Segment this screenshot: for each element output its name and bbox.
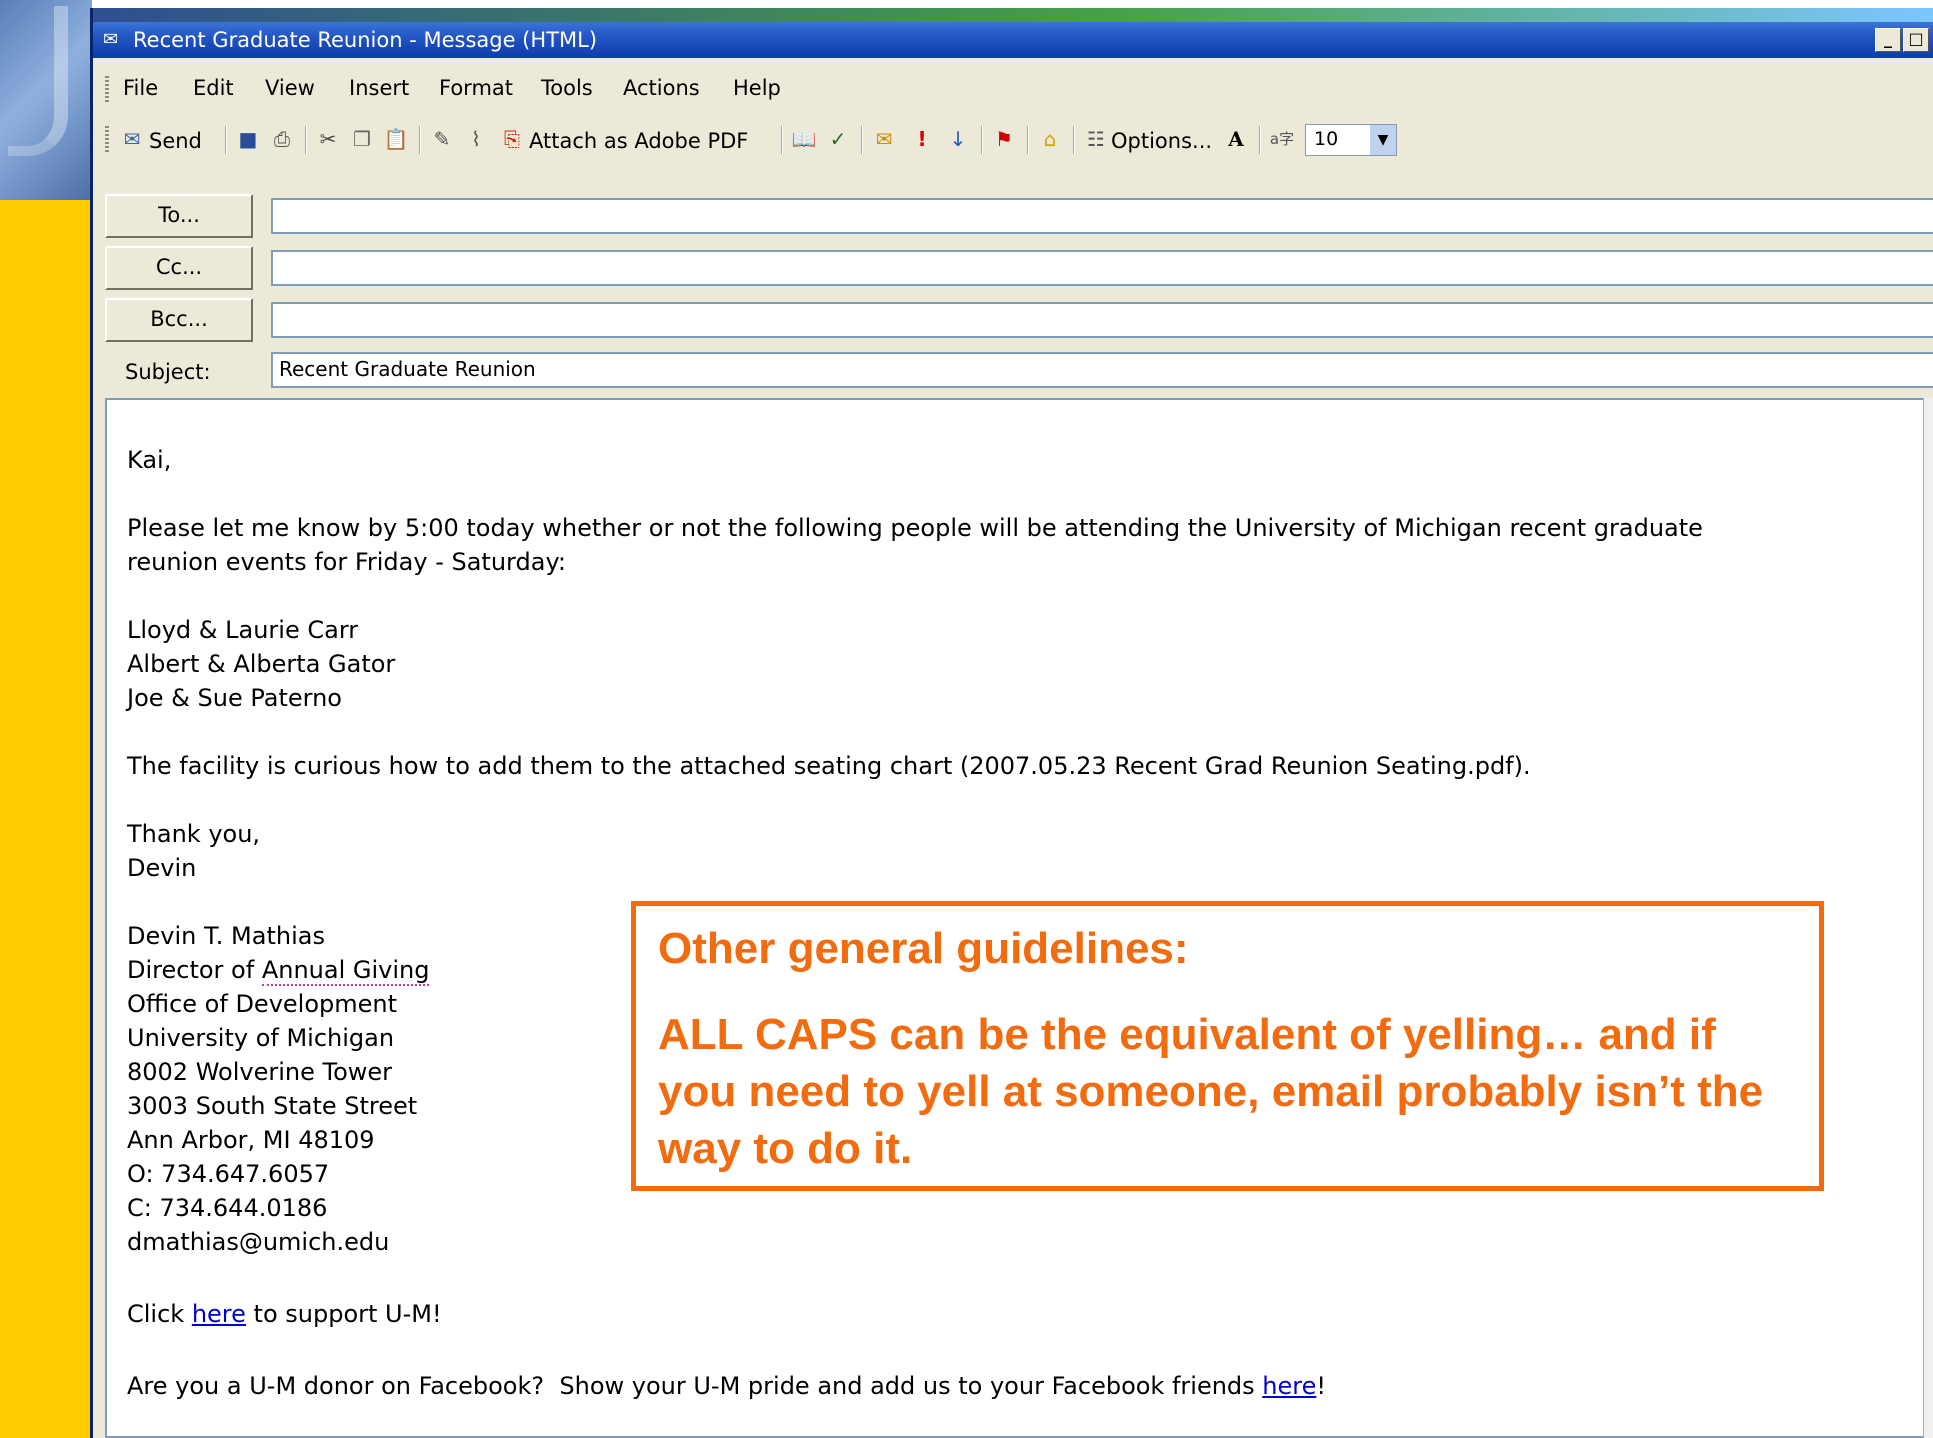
toolbar-separator (781, 126, 783, 154)
menu-file[interactable]: File (123, 76, 158, 100)
save-icon[interactable]: ■ (235, 126, 261, 152)
copy-icon[interactable]: ❐ (349, 126, 375, 152)
callout-body: ALL CAPS can be the equivalent of yellin… (658, 1010, 1764, 1173)
options-button[interactable]: Options... (1111, 129, 1212, 153)
facebook-text: Are you a U-M donor on Facebook? Show yo… (127, 1372, 1263, 1400)
signature-address-1: 8002 Wolverine Tower (127, 1058, 393, 1086)
menu-actions[interactable]: Actions (623, 76, 700, 100)
to-field[interactable] (271, 198, 1933, 234)
insert-file-icon[interactable]: ✎ (429, 126, 455, 152)
follow-up-flag-icon[interactable]: ⚑ (991, 126, 1017, 152)
body-paragraph-line: Please let me know by 5:00 today whether… (127, 514, 1703, 542)
font-size-value: 10 (1314, 128, 1339, 150)
cc-field[interactable] (271, 250, 1933, 286)
signature-title-smart-tag[interactable]: Annual Giving (261, 956, 430, 986)
send-button[interactable]: Send (149, 129, 202, 153)
address-book-icon[interactable]: 📖 (791, 126, 817, 152)
signature-name: Devin T. Mathias (127, 922, 325, 950)
cc-button[interactable]: Cc... (105, 246, 253, 290)
support-line: Click here to support U-M! (127, 1300, 442, 1328)
print-icon[interactable]: ⎙ (269, 126, 295, 152)
menu-insert[interactable]: Insert (349, 76, 409, 100)
body-paragraph: The facility is curious how to add them … (127, 752, 1531, 780)
signature-university: University of Michigan (127, 1024, 395, 1052)
titlebar-accent (93, 8, 1933, 22)
toolbar-separator (1073, 126, 1075, 154)
standard-toolbar: ✉ Send ■ ⎙ ✂ ❐ 📋 ✎ ⌇ ⎘ Attach as Adobe P… (93, 116, 1933, 162)
attendee-name: Albert & Alberta Gator (127, 650, 396, 678)
low-importance-icon[interactable]: ↓ (945, 126, 971, 152)
maximize-button[interactable]: □ (1903, 28, 1929, 52)
high-importance-icon[interactable]: ! (909, 126, 935, 152)
options-icon[interactable]: ☷ (1083, 126, 1109, 152)
support-suffix: to support U-M! (245, 1300, 442, 1328)
chevron-down-icon[interactable]: ▼ (1370, 125, 1396, 155)
slide-decoration-curve (8, 6, 68, 156)
menu-format[interactable]: Format (439, 76, 513, 100)
permission-icon[interactable]: ⌂ (1037, 126, 1063, 152)
menu-view[interactable]: View (265, 76, 315, 100)
toolbar-separator (861, 126, 863, 154)
cut-icon[interactable]: ✂ (315, 126, 341, 152)
signature-email: dmathias@umich.edu (127, 1228, 390, 1256)
closing: Thank you, (127, 820, 261, 848)
signature-title-prefix: Director of (127, 956, 262, 984)
menu-bar: File Edit View Insert Format Tools Actio… (93, 68, 1933, 108)
bcc-field[interactable] (271, 302, 1933, 338)
adobe-pdf-icon[interactable]: ⎘ (499, 126, 525, 152)
support-link[interactable]: here (192, 1300, 246, 1328)
signature-city: Ann Arbor, MI 48109 (127, 1126, 375, 1154)
subject-label: Subject: (125, 360, 211, 384)
signature-office-phone: O: 734.647.6057 (127, 1160, 330, 1188)
body-paragraph-line: reunion events for Friday - Saturday: (127, 548, 566, 576)
subject-field[interactable]: Recent Graduate Reunion (271, 352, 1933, 388)
titlebar[interactable]: ✉ Recent Graduate Reunion - Message (HTM… (93, 22, 1933, 58)
greeting: Kai, (127, 446, 172, 474)
font-size-grow-icon[interactable]: A (1223, 126, 1249, 152)
message-icon: ✉ (103, 29, 119, 50)
paste-icon[interactable]: 📋 (383, 126, 409, 152)
bcc-button[interactable]: Bcc... (105, 298, 253, 342)
toolbar-separator (1027, 126, 1029, 154)
toolbar-separator (225, 126, 227, 154)
message-window: ✉ Recent Graduate Reunion - Message (HTM… (90, 8, 1933, 1438)
guidelines-callout: Other general guidelines: ALL CAPS can b… (631, 901, 1824, 1191)
toolbar-separator (419, 126, 421, 154)
check-names-icon[interactable]: ✓ (825, 126, 851, 152)
minimize-button[interactable]: _ (1875, 28, 1901, 52)
translate-icon[interactable]: a字 (1269, 126, 1295, 152)
signature-title: Director of Annual Giving (127, 956, 430, 986)
toolbar-separator (981, 126, 983, 154)
paperclip-icon[interactable]: ⌇ (463, 126, 489, 152)
insert-signature-icon[interactable]: ✉ (871, 126, 897, 152)
attendee-name: Joe & Sue Paterno (127, 684, 342, 712)
toolbar-separator (1259, 126, 1261, 154)
vertical-scrollbar[interactable] (1923, 398, 1933, 1438)
attach-as-pdf-button[interactable]: Attach as Adobe PDF (529, 129, 748, 153)
toolbar-grip[interactable] (105, 126, 109, 154)
to-button[interactable]: To... (105, 194, 253, 238)
attendee-name: Lloyd & Laurie Carr (127, 616, 359, 644)
facebook-suffix: ! (1316, 1372, 1327, 1400)
menu-grip[interactable] (105, 76, 109, 102)
facebook-link[interactable]: here (1262, 1372, 1316, 1400)
signature-office: Office of Development (127, 990, 398, 1018)
toolbar-separator (305, 126, 307, 154)
menu-edit[interactable]: Edit (193, 76, 234, 100)
signature-cell-phone: C: 734.644.0186 (127, 1194, 328, 1222)
closing-name: Devin (127, 854, 197, 882)
support-prefix: Click (127, 1300, 192, 1328)
signature-address-2: 3003 South State Street (127, 1092, 418, 1120)
font-size-select[interactable]: 10 ▼ (1305, 124, 1397, 156)
window-title: Recent Graduate Reunion - Message (HTML) (133, 28, 598, 52)
facebook-line: Are you a U-M donor on Facebook? Show yo… (127, 1372, 1326, 1400)
slide-background-blue (0, 0, 92, 200)
menu-tools[interactable]: Tools (541, 76, 593, 100)
send-icon[interactable]: ✉ (119, 126, 145, 152)
slide-background-yellow (0, 0, 92, 1438)
menu-help[interactable]: Help (733, 76, 781, 100)
callout-heading: Other general guidelines: (658, 924, 1189, 973)
